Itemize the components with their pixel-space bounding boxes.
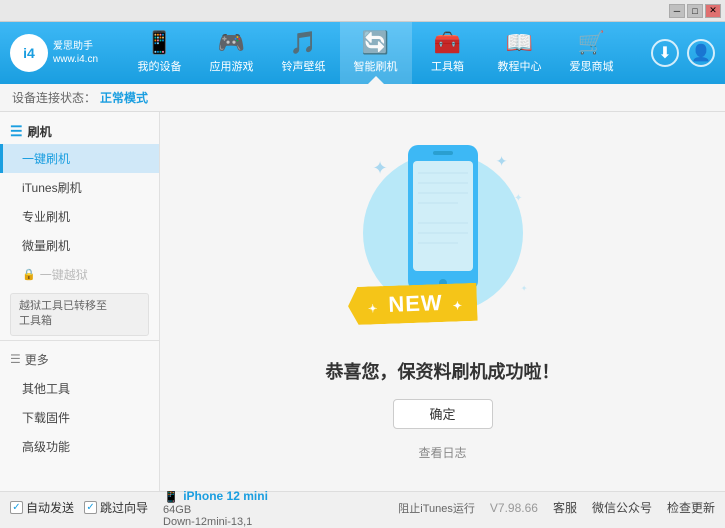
sidebar-item-download-firmware[interactable]: 下载固件	[0, 403, 159, 432]
sidebar-item-one-click-flash[interactable]: 一键刷机	[0, 144, 159, 173]
wechat-link[interactable]: 微信公众号	[592, 499, 652, 516]
skip-wizard-checkbox-box[interactable]: ✓	[84, 501, 97, 514]
nav-my-device[interactable]: 📱 我的设备	[124, 22, 196, 84]
toolbox-icon: 🧰	[434, 32, 461, 54]
phone-svg	[403, 143, 483, 293]
status-label: 设备连接状态：	[12, 89, 96, 106]
flash-section-label: 刷机	[28, 123, 52, 140]
confirm-button[interactable]: 确定	[393, 399, 493, 429]
sparkle-1: ✦	[373, 158, 388, 179]
logo-icon: i4	[23, 45, 35, 61]
sidebar-item-itunes-flash[interactable]: iTunes刷机	[0, 173, 159, 202]
header: i4 爱思助手 www.i4.cn 📱 我的设备 🎮 应用游戏 🎵 铃声壁纸 🔄…	[0, 22, 725, 84]
status-value: 正常模式	[100, 89, 148, 106]
smart-flash-icon: 🔄	[362, 32, 389, 54]
auto-send-checkbox[interactable]: ✓ 自动发送	[10, 499, 74, 516]
bottom-left: ✓ 自动发送 ✓ 跳过向导 📱 iPhone 12 mini 64GB Down…	[10, 488, 268, 528]
auto-send-checkbox-box[interactable]: ✓	[10, 501, 23, 514]
bottom-bar: ✓ 自动发送 ✓ 跳过向导 📱 iPhone 12 mini 64GB Down…	[0, 491, 725, 523]
sidebar-item-other-tools[interactable]: 其他工具	[0, 374, 159, 403]
header-right: ⬇ 👤	[651, 39, 715, 67]
sidebar-item-micro-flash[interactable]: 微量刷机	[0, 231, 159, 260]
nav-bar: 📱 我的设备 🎮 应用游戏 🎵 铃声壁纸 🔄 智能刷机 🧰 工具箱 📖 教程中心…	[110, 22, 641, 84]
sidebar-item-advanced[interactable]: 高级功能	[0, 432, 159, 461]
store-icon: 🛒	[578, 32, 605, 54]
nav-aisi-store[interactable]: 🛒 爱思商城	[556, 22, 628, 84]
device-info: 📱 iPhone 12 mini 64GB Down-12mini-13,1	[163, 488, 268, 528]
logo-url: www.i4.cn	[53, 53, 98, 66]
more-section-header: ☰ 更多	[0, 345, 159, 374]
flash-section-header: ☰ 刷机	[0, 117, 159, 144]
sidebar-notice: 越狱工具已转移至工具箱	[10, 293, 149, 336]
ringtone-icon: 🎵	[290, 32, 317, 54]
sparkle-3: ✦	[514, 193, 522, 204]
sparkle-4: ✦	[521, 284, 528, 293]
nav-ringtone-wallpaper[interactable]: 🎵 铃声壁纸	[268, 22, 340, 84]
skip-wizard-checkbox[interactable]: ✓ 跳过向导	[84, 499, 148, 516]
success-illustration: ✦ ✦ ✦ ✦	[326, 143, 560, 461]
nav-smart-flash[interactable]: 🔄 智能刷机	[340, 22, 412, 84]
nav-toolbox[interactable]: 🧰 工具箱	[412, 22, 484, 84]
itunes-status: 阻止iTunes运行	[398, 500, 475, 516]
device-model: Down-12mini-13,1	[163, 516, 268, 528]
maximize-button[interactable]: □	[687, 4, 703, 18]
sidebar-item-pro-flash[interactable]: 专业刷机	[0, 202, 159, 231]
nav-apps-games[interactable]: 🎮 应用游戏	[196, 22, 268, 84]
my-device-icon: 📱	[146, 32, 173, 54]
status-bar: 设备连接状态： 正常模式	[0, 84, 725, 112]
version: V7.98.66	[490, 501, 538, 515]
main-area: ☰ 刷机 一键刷机 iTunes刷机 专业刷机 微量刷机 🔒 一键越狱 越狱工具…	[0, 112, 725, 491]
sidebar-item-jailbreak-disabled: 🔒 一键越狱	[0, 260, 159, 289]
tutorial-icon: 📖	[506, 32, 533, 54]
device-storage: 64GB	[163, 504, 268, 516]
download-button[interactable]: ⬇	[651, 39, 679, 67]
more-icon: ☰	[10, 352, 21, 366]
minimize-button[interactable]: ─	[669, 4, 685, 18]
sidebar-divider	[0, 340, 159, 341]
new-banner-stars-left: ✦	[367, 303, 378, 315]
success-text: 恭喜您，保资料刷机成功啦！	[326, 358, 560, 384]
phone-new-container: ✦ ✦ ✦ ✦	[353, 143, 533, 343]
check-update-link[interactable]: 检查更新	[667, 499, 715, 516]
bottom-right: 阻止iTunes运行 V7.98.66 客服 微信公众号 检查更新	[398, 499, 715, 516]
logo-text: 爱思助手 www.i4.cn	[53, 40, 98, 66]
logo-name: 爱思助手	[53, 40, 98, 53]
nav-tutorial[interactable]: 📖 教程中心	[484, 22, 556, 84]
close-button[interactable]: ✕	[705, 4, 721, 18]
sidebar: ☰ 刷机 一键刷机 iTunes刷机 专业刷机 微量刷机 🔒 一键越狱 越狱工具…	[0, 112, 160, 491]
logo-circle: i4	[10, 34, 48, 72]
user-button[interactable]: 👤	[687, 39, 715, 67]
sparkle-2: ✦	[496, 153, 508, 170]
window-controls: ─ □ ✕	[669, 4, 721, 18]
customer-service-link[interactable]: 客服	[553, 499, 577, 516]
history-link[interactable]: 查看日志	[418, 444, 466, 461]
apps-games-icon: 🎮	[218, 32, 245, 54]
content-area: ✦ ✦ ✦ ✦	[160, 112, 725, 491]
new-banner-stars-right: ✦	[452, 300, 463, 312]
new-label: NEW	[387, 289, 442, 316]
new-banner: ✦ NEW ✦	[347, 282, 477, 324]
logo-area: i4 爱思助手 www.i4.cn	[10, 34, 100, 72]
title-bar: ─ □ ✕	[0, 0, 725, 22]
lock-icon: 🔒	[22, 268, 36, 281]
flash-section-icon: ☰	[10, 123, 23, 140]
